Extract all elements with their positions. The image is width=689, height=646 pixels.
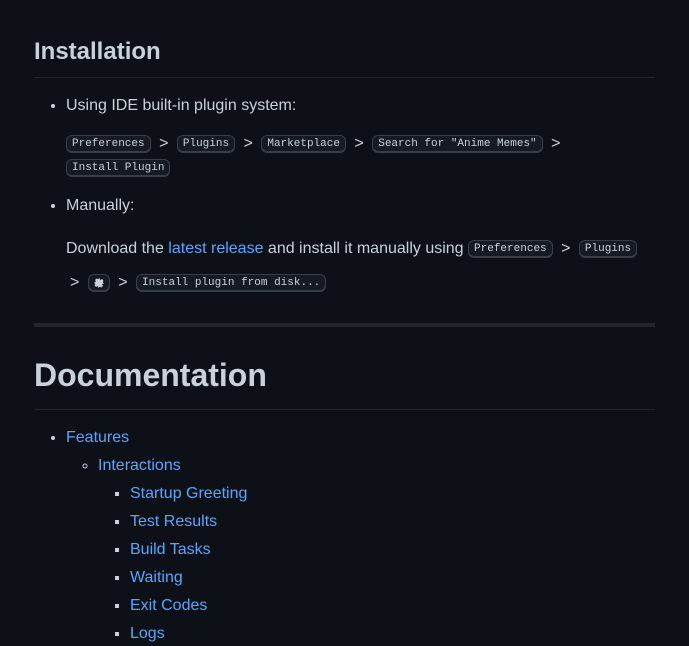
doc-item-startup-greeting: Startup Greeting	[130, 482, 655, 506]
install-ide-steps: Preferences > Plugins > Marketplace > Se…	[66, 132, 655, 180]
interactions-link[interactable]: Interactions	[98, 457, 181, 474]
separator: >	[561, 240, 570, 257]
installation-heading: Installation	[34, 34, 655, 78]
kbd-plugins: Plugins	[177, 135, 235, 153]
separator: >	[70, 274, 79, 291]
documentation-heading: Documentation	[34, 351, 655, 410]
separator: >	[159, 135, 168, 152]
manual-text-suffix: and install it manually using	[263, 240, 468, 257]
kbd-preferences: Preferences	[66, 135, 151, 153]
gear-icon	[94, 278, 104, 288]
kbd-plugins: Plugins	[579, 240, 637, 258]
install-method-ide-label: Using IDE built-in plugin system:	[66, 94, 655, 118]
logs-link[interactable]: Logs	[130, 625, 165, 642]
kbd-marketplace: Marketplace	[261, 135, 346, 153]
separator: >	[354, 135, 363, 152]
waiting-link[interactable]: Waiting	[130, 569, 183, 586]
latest-release-link[interactable]: latest release	[168, 240, 263, 257]
doc-item-test-results: Test Results	[130, 510, 655, 534]
section-divider	[34, 323, 655, 327]
doc-item-exit-codes: Exit Codes	[130, 594, 655, 618]
kbd-search: Search for "Anime Memes"	[372, 135, 542, 153]
doc-item-interactions: Interactions Startup Greeting Test Resul…	[98, 454, 655, 646]
doc-item-logs: Logs	[130, 622, 655, 646]
manual-text-prefix: Download the	[66, 240, 168, 257]
install-method-manual: Manually: Download the latest release an…	[66, 194, 655, 299]
kbd-gear	[88, 274, 110, 292]
build-tasks-link[interactable]: Build Tasks	[130, 541, 211, 558]
startup-greeting-link[interactable]: Startup Greeting	[130, 485, 247, 502]
install-method-manual-label: Manually:	[66, 194, 655, 218]
kbd-install-plugin: Install Plugin	[66, 159, 170, 177]
install-manual-steps: Download the latest release and install …	[66, 232, 655, 299]
exit-codes-link[interactable]: Exit Codes	[130, 597, 207, 614]
separator: >	[118, 274, 127, 291]
doc-item-waiting: Waiting	[130, 566, 655, 590]
kbd-preferences: Preferences	[468, 240, 553, 258]
test-results-link[interactable]: Test Results	[130, 513, 217, 530]
separator: >	[551, 135, 560, 152]
kbd-install-from-disk: Install plugin from disk...	[136, 274, 326, 292]
doc-item-features: Features Interactions Startup Greeting T…	[66, 426, 655, 646]
install-method-ide: Using IDE built-in plugin system: Prefer…	[66, 94, 655, 180]
doc-item-build-tasks: Build Tasks	[130, 538, 655, 562]
features-link[interactable]: Features	[66, 429, 129, 446]
separator: >	[244, 135, 253, 152]
